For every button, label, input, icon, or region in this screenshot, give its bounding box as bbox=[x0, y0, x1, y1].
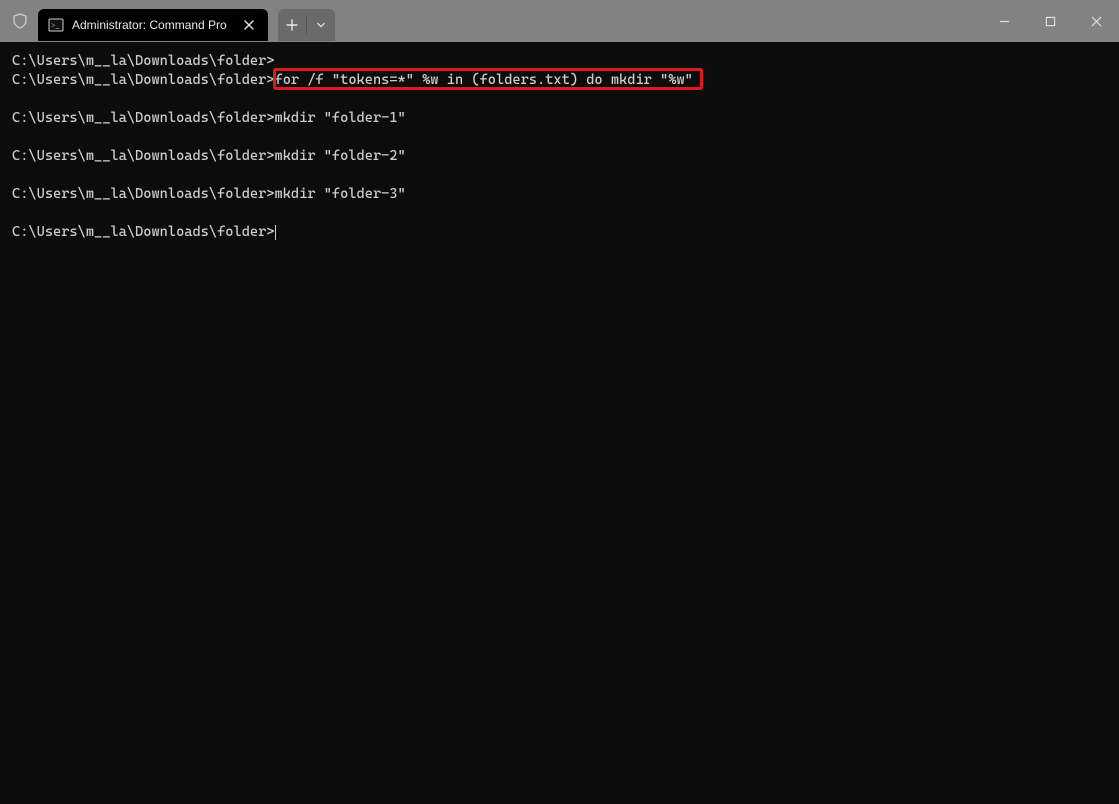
prompt: C:\Users\m__la\Downloads\folder> bbox=[12, 110, 275, 126]
prompt: C:\Users\m__la\Downloads\folder> bbox=[12, 53, 275, 69]
close-icon bbox=[244, 20, 254, 30]
shield-icon bbox=[12, 13, 28, 29]
svg-text:>_: >_ bbox=[51, 21, 61, 30]
minimize-icon bbox=[999, 16, 1010, 27]
new-tab-button[interactable] bbox=[278, 9, 306, 41]
maximize-icon bbox=[1045, 16, 1056, 27]
tab-actions bbox=[278, 9, 335, 41]
window-close-button[interactable] bbox=[1073, 0, 1119, 42]
terminal-line bbox=[12, 90, 1107, 109]
terminal-line bbox=[12, 166, 1107, 185]
prompt: C:\Users\m__la\Downloads\folder> bbox=[12, 224, 275, 240]
prompt: C:\Users\m__la\Downloads\folder> bbox=[12, 186, 275, 202]
terminal-line: C:\Users\m__la\Downloads\folder>mkdir "f… bbox=[12, 109, 1107, 128]
window-maximize-button[interactable] bbox=[1027, 0, 1073, 42]
tab-title: Administrator: Command Pro bbox=[72, 18, 232, 32]
terminal-line: C:\Users\m__la\Downloads\folder> bbox=[12, 52, 1107, 71]
terminal-line: C:\Users\m__la\Downloads\folder>mkdir "f… bbox=[12, 185, 1107, 204]
tab-active[interactable]: >_ Administrator: Command Pro bbox=[38, 9, 268, 41]
terminal-line: C:\Users\m__la\Downloads\folder> bbox=[12, 223, 1107, 242]
new-tab-dropdown[interactable] bbox=[307, 9, 335, 41]
terminal-line bbox=[12, 204, 1107, 223]
admin-shield-area bbox=[2, 0, 38, 42]
titlebar[interactable]: >_ Administrator: Command Pro bbox=[0, 0, 1119, 42]
cmd-icon: >_ bbox=[48, 17, 64, 33]
command-text: mkdir "folder-1" bbox=[275, 110, 406, 126]
command-text: mkdir "folder-2" bbox=[275, 148, 406, 164]
window-controls bbox=[981, 0, 1119, 42]
cursor bbox=[275, 225, 276, 240]
tab-close-button[interactable] bbox=[240, 16, 258, 34]
prompt: C:\Users\m__la\Downloads\folder> bbox=[12, 72, 275, 88]
plus-icon bbox=[286, 19, 298, 31]
window-minimize-button[interactable] bbox=[981, 0, 1027, 42]
terminal-area[interactable]: C:\Users\m__la\Downloads\folder>C:\Users… bbox=[0, 42, 1119, 804]
terminal-line: C:\Users\m__la\Downloads\folder>mkdir "f… bbox=[12, 147, 1107, 166]
command-text: mkdir "folder-3" bbox=[275, 186, 406, 202]
close-icon bbox=[1091, 16, 1102, 27]
prompt: C:\Users\m__la\Downloads\folder> bbox=[12, 148, 275, 164]
chevron-down-icon bbox=[316, 20, 326, 30]
command-text: for /f "tokens=*" %w in (folders.txt) do… bbox=[275, 72, 693, 88]
terminal-line bbox=[12, 128, 1107, 147]
terminal-line: C:\Users\m__la\Downloads\folder>for /f "… bbox=[12, 71, 1107, 90]
